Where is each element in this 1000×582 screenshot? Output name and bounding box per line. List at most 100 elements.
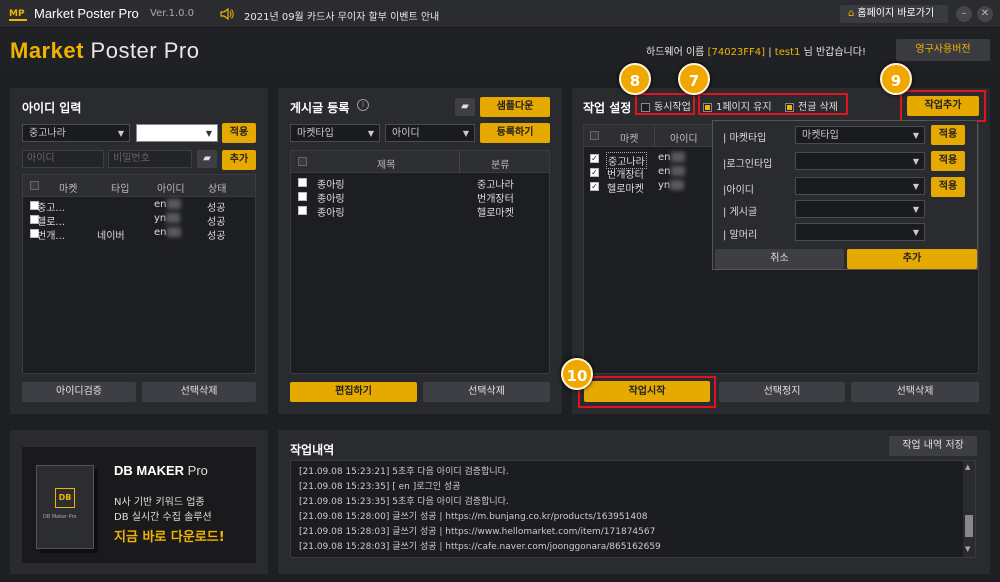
popup-post-select[interactable]: ▼ (795, 200, 925, 218)
id-input[interactable]: 아이디 (22, 150, 104, 168)
id-apply-button[interactable]: 적용 (222, 123, 256, 143)
id-table-header: 마켓 타입 아이디 상태 (23, 175, 255, 197)
popup-add-button[interactable]: 추가 (847, 249, 977, 269)
id-add-button[interactable]: 추가 (222, 150, 256, 170)
row-title: 종아링 (317, 208, 345, 219)
add-task-button[interactable]: 작업추가 (907, 96, 979, 116)
scroll-down-icon[interactable]: ▼ (965, 545, 970, 553)
log-line: [21.09.08 15:28:00] 글쓰기 성공 | https://m.b… (299, 512, 648, 522)
scroll-thumb[interactable] (965, 515, 973, 537)
stop-selected-button[interactable]: 선택정지 (719, 382, 845, 402)
delete-all-checkbox[interactable]: 전글 삭제 (785, 98, 838, 113)
box-text: DB Maker Pro (43, 514, 77, 520)
scroll-up-icon[interactable]: ▲ (965, 463, 970, 471)
db-maker-ad-banner[interactable]: DB DB Maker Pro DB MAKER Pro N사 기반 키워드 업… (22, 447, 256, 563)
popup-id-select[interactable]: ▼ (795, 177, 925, 195)
version-label: Ver.1.0.0 (150, 8, 195, 19)
chevron-down-icon: ▼ (205, 129, 212, 138)
homepage-button[interactable]: ⌂ 홈페이지 바로가기 (840, 5, 948, 23)
table-row[interactable]: 중고... en 성공 (23, 199, 255, 214)
minimize-button[interactable]: – (956, 6, 972, 22)
popup-login-select[interactable]: ▼ (795, 152, 925, 170)
row-checkbox-checked[interactable]: ✓ (590, 182, 599, 191)
row-checkbox-checked[interactable]: ✓ (590, 154, 599, 163)
row-checkbox[interactable] (298, 206, 307, 215)
id-market-select[interactable]: 중고나라 ▼ (22, 124, 130, 142)
popup-apply-market-button[interactable]: 적용 (931, 125, 965, 145)
blurred-id (670, 166, 685, 176)
row-title: 종아링 (317, 180, 345, 191)
ad-title-part1: DB MAKER (114, 463, 185, 478)
select-all-checkbox[interactable] (298, 157, 307, 166)
hw-id: [74023FF4] (707, 47, 766, 58)
post-market-select[interactable]: 마켓타입 ▼ (290, 124, 380, 142)
ad-title-part2: Pro (184, 463, 208, 478)
row-checkbox[interactable] (298, 192, 307, 201)
col-id: 아이디 (157, 184, 185, 195)
row-category: 번개장터 (477, 194, 514, 205)
col-market: 마켓 (59, 184, 78, 195)
info-icon[interactable]: i (357, 99, 369, 111)
post-table-header: 제목 분류 (291, 151, 549, 173)
popup-label-prefix: | 말머리 (723, 230, 758, 241)
table-row[interactable]: ✓ 중고나라 en (584, 152, 712, 169)
ad-line1: N사 기반 키워드 업종 (114, 497, 205, 508)
select-all-checkbox[interactable] (590, 131, 599, 140)
row-id: en (154, 227, 181, 238)
delete-all-checkbox-box (785, 102, 794, 112)
chevron-down-icon: ▼ (912, 182, 919, 191)
notice-link[interactable]: 2021년 09월 카드사 무이자 할부 이벤트 안내 (244, 8, 439, 23)
table-row[interactable]: ✓ 헬로마켓 yn (584, 180, 712, 195)
post-delete-selected-button[interactable]: 선택삭제 (423, 382, 550, 402)
log-line: [21.09.08 15:28:03] 글쓰기 성공 | https://caf… (299, 542, 661, 552)
table-row[interactable]: ✓ 번개장터 en (584, 166, 712, 181)
sample-download-button[interactable]: 샘플다운 (480, 97, 550, 117)
table-row[interactable]: 종아링 번개장터 (291, 190, 549, 205)
post-market-select-value: 마켓타입 (297, 128, 334, 139)
select-all-checkbox[interactable] (30, 181, 39, 190)
brand-logo: Market Poster Pro (10, 38, 199, 64)
table-row[interactable]: 종아링 중고나라 (291, 176, 549, 191)
keep-page-checkbox[interactable]: 1페이지 유지 (703, 98, 772, 113)
table-row[interactable]: 번개... 네이버 en 성공 (23, 227, 255, 242)
chevron-down-icon: ▼ (912, 131, 919, 140)
row-checkbox-checked[interactable]: ✓ (590, 168, 599, 177)
post-id-select[interactable]: 아이디 ▼ (385, 124, 475, 142)
row-checkbox[interactable] (298, 178, 307, 187)
password-input[interactable]: 비밀번호 (108, 150, 192, 168)
save-log-button[interactable]: 작업 내역 저장 (889, 436, 977, 456)
col-category: 분류 (491, 160, 510, 171)
column-divider (654, 125, 655, 147)
edit-button[interactable]: 편집하기 (290, 382, 417, 402)
col-id: 아이디 (670, 134, 698, 145)
log-line: [21.09.08 15:28:03] 글쓰기 성공 | https://www… (299, 527, 656, 537)
task-delete-selected-button[interactable]: 선택삭제 (851, 382, 979, 402)
row-market: 번개... (37, 231, 65, 242)
id-type-select[interactable]: ▼ (136, 124, 218, 142)
row-status: 성공 (207, 203, 226, 214)
row-id: en (154, 199, 181, 210)
folder-icon[interactable]: ▰ (455, 98, 475, 116)
post-panel-title: 게시글 등록 (290, 101, 350, 115)
log-scrollbar[interactable]: ▲ ▼ (963, 461, 975, 557)
id-table: 마켓 타입 아이디 상태 중고... en 성공 헬로... yn 성공 번개.… (22, 174, 256, 374)
id-delete-selected-button[interactable]: 선택삭제 (142, 382, 256, 402)
row-id-text: en (154, 227, 167, 238)
verify-id-button[interactable]: 아이디검증 (22, 382, 136, 402)
chevron-down-icon: ▼ (117, 129, 124, 138)
table-row[interactable]: 종아링 헬로마켓 (291, 204, 549, 219)
close-button[interactable]: ✕ (977, 6, 993, 22)
keep-page-checkbox-box (703, 102, 712, 112)
table-row[interactable]: 헬로... yn 성공 (23, 213, 255, 228)
popup-cancel-button[interactable]: 취소 (715, 249, 844, 269)
license-button[interactable]: 영구사용버전 (896, 39, 990, 61)
row-category: 헬로마켓 (477, 208, 514, 219)
folder-icon[interactable]: ▰ (197, 150, 217, 168)
register-button[interactable]: 등록하기 (480, 123, 550, 143)
popup-market-select[interactable]: 마켓타입 ▼ (795, 126, 925, 144)
popup-apply-id-button[interactable]: 적용 (931, 177, 965, 197)
popup-apply-login-button[interactable]: 적용 (931, 151, 965, 171)
popup-prefix-select[interactable]: ▼ (795, 223, 925, 241)
start-task-button[interactable]: 작업시작 (584, 381, 710, 402)
concurrent-checkbox[interactable]: 동시작업 (641, 98, 691, 113)
